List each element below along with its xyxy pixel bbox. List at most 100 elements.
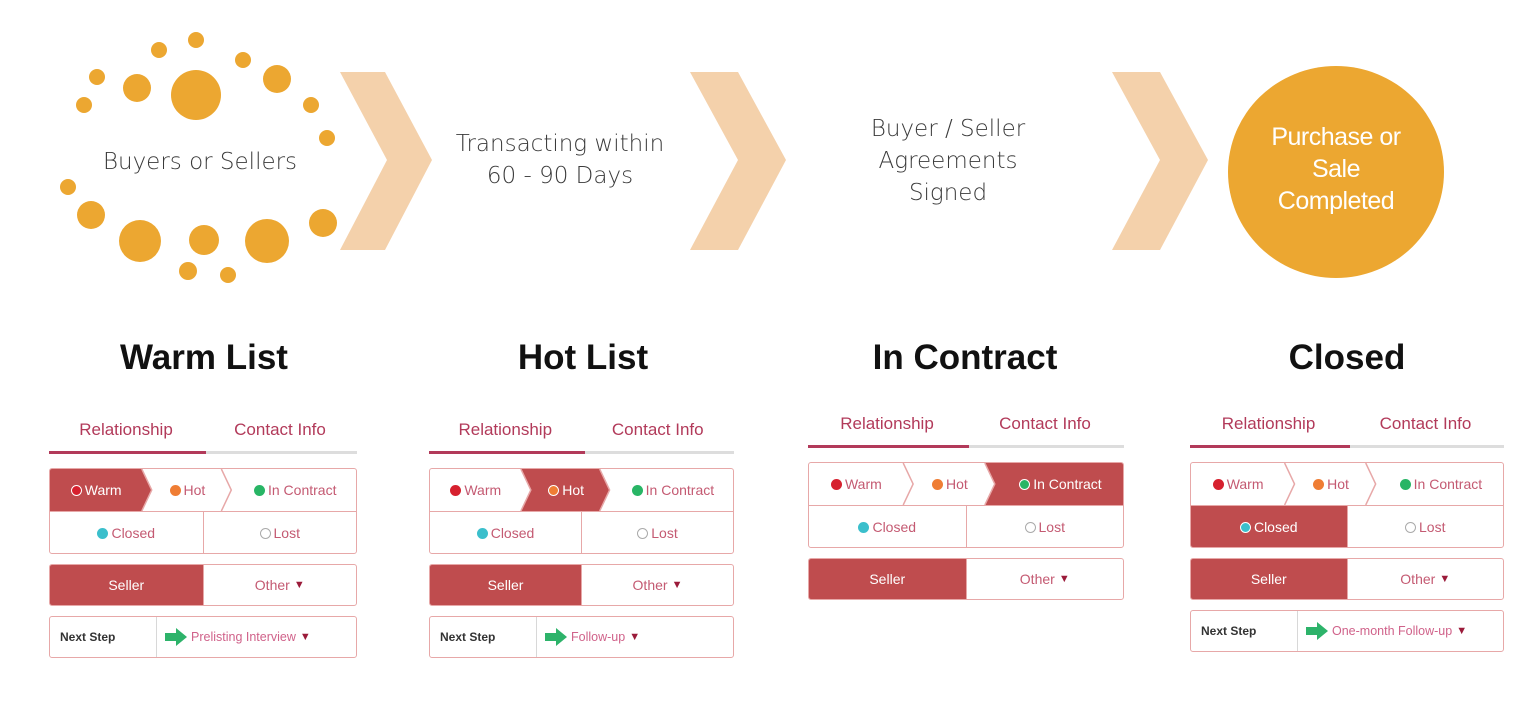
status-dot-icon <box>1024 521 1036 533</box>
stage-title-closed: Closed <box>1288 338 1406 377</box>
chevron-divider <box>220 469 233 511</box>
flow-step-buyers-sellers: Buyers or Sellers <box>102 149 298 175</box>
next-step-dropdown[interactable]: One-month Follow-up ▼ <box>1298 611 1503 651</box>
stage-dot-icon <box>931 478 943 490</box>
tab-contact-info[interactable]: Contact Info <box>203 420 357 440</box>
stage-selector: Warm Hot In Contract Closed Lost <box>49 468 357 554</box>
card-tabs: Relationship Contact Info <box>808 404 1124 448</box>
stage-dot-icon <box>1212 478 1224 490</box>
stage-option-warm[interactable]: Warm <box>809 463 904 505</box>
flow-step-transacting: Transacting within 60 - 90 Days <box>430 128 690 192</box>
crm-card: Relationship Contact Info Warm Hot In Co… <box>49 410 357 658</box>
status-option-label: Closed <box>111 525 156 541</box>
orange-dot <box>179 262 197 280</box>
tab-relationship[interactable]: Relationship <box>1190 414 1347 434</box>
tab-active-indicator <box>1190 445 1351 448</box>
orange-dot <box>89 69 105 85</box>
stage-option-hot[interactable]: Hot <box>1295 463 1367 505</box>
flow-step-completed: Purchase or Sale Completed <box>1236 121 1436 217</box>
stage-option-in-contract[interactable]: In Contract <box>611 469 733 511</box>
orange-dot <box>245 219 289 263</box>
stage-dot-icon <box>70 484 82 496</box>
status-option-lost[interactable]: Lost <box>202 512 357 553</box>
stage-option-label: Warm <box>84 482 122 498</box>
other-label: Other <box>1400 571 1436 587</box>
tab-contact-info[interactable]: Contact Info <box>966 414 1124 434</box>
orange-dot <box>60 179 76 195</box>
stage-title-hot-list: Hot List <box>517 338 649 377</box>
other-label: Other <box>254 577 290 593</box>
caret-down-icon: ▼ <box>671 579 683 591</box>
seller-option[interactable]: Seller <box>809 559 966 599</box>
stage-option-in-contract[interactable]: In Contract <box>1377 463 1503 505</box>
orange-dot <box>189 225 219 255</box>
stage-option-warm[interactable]: Warm <box>1191 463 1285 505</box>
stage-option-hot[interactable]: Hot <box>532 469 601 511</box>
status-option-label: Closed <box>490 525 535 541</box>
next-step-label: Next Step <box>1191 611 1298 651</box>
stage-option-in-contract[interactable]: In Contract <box>996 463 1123 505</box>
orange-dot <box>309 209 337 237</box>
tab-relationship[interactable]: Relationship <box>49 420 203 440</box>
stage-option-hot[interactable]: Hot <box>914 463 986 505</box>
seller-label: Seller <box>108 577 145 593</box>
other-dropdown[interactable]: Other ▼ <box>965 559 1124 599</box>
status-option-label: Lost <box>1419 519 1446 535</box>
stage-option-label: In Contract <box>1413 476 1483 492</box>
orange-dot <box>76 97 92 113</box>
stage-option-label: Warm <box>1226 476 1264 492</box>
other-dropdown[interactable]: Other ▼ <box>202 565 357 605</box>
flow-step-completed-line1: Purchase or <box>1271 123 1401 151</box>
other-label: Other <box>632 577 668 593</box>
seller-option[interactable]: Seller <box>50 565 203 605</box>
stage-option-in-contract[interactable]: In Contract <box>232 469 356 511</box>
tab-contact-info[interactable]: Contact Info <box>1347 414 1504 434</box>
contact-type-selector: Seller Other ▼ <box>808 558 1124 600</box>
stage-dot-icon <box>1019 478 1031 490</box>
flow-step-agreements-line2: Agreements <box>878 148 1018 174</box>
next-step-label: Next Step <box>50 617 157 657</box>
status-dot-icon <box>476 527 488 539</box>
tab-relationship[interactable]: Relationship <box>808 414 966 434</box>
orange-dot <box>171 70 221 120</box>
tab-active-indicator <box>49 451 207 454</box>
stage-option-warm[interactable]: Warm <box>50 469 142 511</box>
tab-contact-info[interactable]: Contact Info <box>582 420 735 440</box>
chevron-divider <box>1365 463 1377 505</box>
orange-dot <box>263 65 291 93</box>
status-dot-icon <box>259 527 271 539</box>
other-dropdown[interactable]: Other ▼ <box>581 565 733 605</box>
status-option-closed[interactable]: Closed <box>1191 506 1347 547</box>
flow-step-agreements: Buyer / Seller Agreements Signed <box>830 113 1066 209</box>
next-step-dropdown[interactable]: Prelisting Interview ▼ <box>157 617 356 657</box>
seller-label: Seller <box>487 577 524 593</box>
status-option-closed[interactable]: Closed <box>809 506 966 547</box>
tab-relationship[interactable]: Relationship <box>429 420 582 440</box>
seller-option[interactable]: Seller <box>430 565 581 605</box>
stage-option-label: In Contract <box>645 482 715 498</box>
other-dropdown[interactable]: Other ▼ <box>1346 559 1504 599</box>
next-step-dropdown[interactable]: Follow-up ▼ <box>537 617 733 657</box>
crm-card: Relationship Contact Info Warm Hot In Co… <box>808 404 1124 600</box>
status-option-closed[interactable]: Closed <box>430 512 581 553</box>
stage-selector: Warm Hot In Contract Closed Lost <box>808 462 1124 548</box>
stage-option-label: Hot <box>945 476 968 492</box>
stage-dot-icon <box>450 484 462 496</box>
card-tabs: Relationship Contact Info <box>429 410 734 454</box>
orange-dot <box>77 201 105 229</box>
stage-title-warm-list: Warm List <box>120 338 288 377</box>
status-option-lost[interactable]: Lost <box>965 506 1124 547</box>
chevron-divider <box>1283 463 1296 505</box>
stage-option-hot[interactable]: Hot <box>152 469 222 511</box>
flow-step-agreements-line3: Signed <box>908 180 988 206</box>
orange-dot <box>123 74 151 102</box>
stage-option-warm[interactable]: Warm <box>430 469 522 511</box>
contact-type-selector: Seller Other ▼ <box>1190 558 1504 600</box>
stage-pipeline: Warm Hot In Contract <box>430 469 733 511</box>
chevron-arrow-2 <box>690 72 786 250</box>
status-option-lost[interactable]: Lost <box>1346 506 1504 547</box>
status-option-lost[interactable]: Lost <box>581 512 733 553</box>
status-option-closed[interactable]: Closed <box>50 512 203 553</box>
seller-option[interactable]: Seller <box>1191 559 1347 599</box>
stage-dot-icon <box>631 484 643 496</box>
